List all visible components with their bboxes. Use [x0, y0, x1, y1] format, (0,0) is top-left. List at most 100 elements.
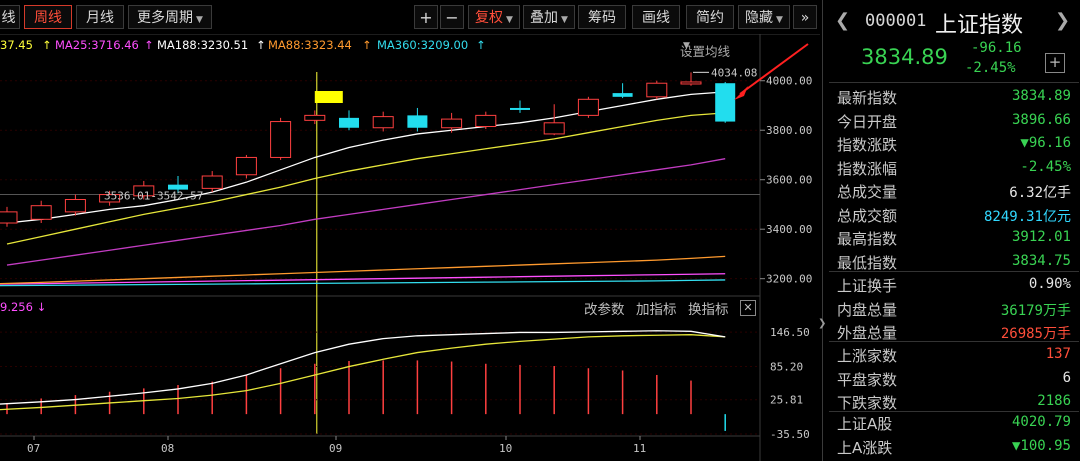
quote-row: 上证换手 0.90% [837, 274, 1077, 297]
overlay-dropdown[interactable]: 叠加 ▼ [523, 5, 575, 29]
indicator-line-yellow [0, 334, 726, 411]
indicator-value-label: 9.256 ↓ [0, 300, 46, 314]
candle-body [235, 156, 257, 176]
crosshair-marker [314, 91, 343, 103]
time-tick-label: 09 [329, 442, 342, 455]
ma-yellow-line [6, 112, 726, 245]
indicator-tick-label: 25.81 [770, 394, 803, 407]
price-tick-label: 4000.00 [766, 75, 812, 88]
quote-row: 上A涨跌 ▼100.95 [837, 436, 1077, 459]
candle-body [30, 205, 52, 220]
time-tick-label: 07 [27, 442, 40, 455]
candle-body [577, 98, 599, 116]
quote-row-label: 最低指数 [837, 253, 898, 272]
prev-stock-icon[interactable]: ❮ [835, 10, 850, 31]
adjust-dropdown[interactable]: 复权 ▼ [468, 5, 520, 29]
quote-row-label: 平盘家数 [837, 370, 898, 389]
ma188-line [6, 91, 726, 224]
quote-row-label: 上证A股 [837, 415, 893, 433]
current-price: 3834.89 [861, 45, 948, 69]
chevron-down-icon: ▼ [506, 15, 513, 25]
quote-row-value: 137 [1045, 346, 1071, 362]
tab-monthly[interactable]: 月线 [76, 5, 124, 29]
tab-weekly[interactable]: 周线 [24, 5, 72, 29]
next-stock-icon[interactable]: ❯ [1055, 10, 1070, 31]
add-indicator-button[interactable]: 加指标 [636, 298, 677, 318]
quote-row-label: 上A涨跌 [837, 438, 893, 457]
chart-toolbar: 线 周线 月线 更多周期 ▼ + − 复权 ▼ 叠加 ▼ 筹码 画线 简约 隐藏 ▼ » [0, 0, 820, 34]
candle-body [372, 116, 394, 129]
quote-row-value: -2.45% [1020, 158, 1071, 175]
high-label: 4034.08 [711, 66, 757, 79]
quote-row: 今日开盘 3896.66 [837, 110, 1077, 133]
candle-body [543, 122, 565, 135]
simple-mode-button[interactable]: 简约 [686, 5, 734, 29]
quote-row-value: 6 [1062, 369, 1071, 386]
quote-row-label: 下跌家数 [837, 394, 898, 412]
time-axis: 07 08 09 10 11 [27, 436, 646, 455]
candle-body [0, 211, 18, 224]
quote-row: 总成交量 6.32亿手 [837, 180, 1077, 203]
divider [829, 82, 1079, 83]
quote-row-value: 3834.75 [1011, 252, 1071, 269]
quote-row-value: 4020.79 [1011, 414, 1071, 430]
quote-row: 总成交额 8249.31亿元 [837, 204, 1077, 227]
tab-partial[interactable]: 线 [0, 5, 20, 29]
indicator-tick-label: -35.50 [770, 428, 810, 441]
ma-magenta-line [6, 158, 726, 266]
quote-row-label: 最高指数 [837, 230, 898, 248]
chart-grid [0, 34, 820, 461]
price-change: -96.16 [971, 40, 1022, 56]
quote-row-label: 指数涨幅 [837, 159, 898, 178]
quote-row-value: 8249.31亿元 [983, 208, 1071, 225]
price-tick-label: 3800.00 [766, 124, 812, 137]
quote-row: 指数涨幅 -2.45% [837, 157, 1077, 180]
quote-row-value: ▼96.16 [1020, 135, 1071, 151]
candle-body [304, 114, 326, 121]
quote-row-value: ▼100.95 [1011, 437, 1071, 454]
quote-row: 最高指数 3912.01 [837, 227, 1077, 250]
quote-row-value: 26985万手 [1000, 326, 1071, 342]
sub-indicator-panel: 146.50 85.20 25.81 -35.50 [0, 326, 810, 441]
candle-body [441, 118, 463, 129]
expand-icon[interactable]: » [793, 5, 817, 29]
switch-indicator-button[interactable]: 换指标 [688, 298, 729, 318]
quote-row: 上证A股 4020.79 [837, 412, 1077, 435]
quote-row-value: 3834.89 [1011, 88, 1071, 104]
quote-row-label: 总成交量 [837, 183, 898, 201]
time-tick-label: 10 [499, 442, 512, 455]
change-params-button[interactable]: 改参数 [584, 298, 625, 318]
quote-row-label: 总成交额 [837, 206, 898, 225]
chips-button[interactable]: 筹码 [578, 5, 626, 29]
draw-line-button[interactable]: 画线 [632, 5, 680, 29]
add-watchlist-button[interactable]: + [1045, 53, 1065, 73]
time-tick-label: 11 [633, 442, 646, 455]
price-tick-label: 3400.00 [766, 223, 812, 236]
price-tick-label: 3200.00 [766, 273, 812, 286]
quote-row-label: 上涨家数 [837, 347, 898, 365]
candle-body [270, 121, 292, 158]
hide-dropdown[interactable]: 隐藏 ▼ [738, 5, 790, 29]
chevron-down-icon: ▼ [196, 15, 203, 25]
quote-row: 最新指数 3834.89 [837, 86, 1077, 109]
candle-body [612, 93, 633, 97]
close-icon[interactable]: ✕ [740, 300, 756, 316]
quote-row-label: 指数涨跌 [837, 136, 898, 154]
quote-row-value: 6.32亿手 [1009, 185, 1071, 201]
candle-body [475, 114, 497, 128]
collapse-panel-icon[interactable]: ❯ [818, 318, 826, 334]
arrow-annotation [734, 86, 748, 100]
quote-row: 平盘家数 6 [837, 368, 1077, 391]
candle-body [64, 199, 86, 213]
quote-row-value: 3912.01 [1011, 229, 1071, 245]
quote-row-label: 今日开盘 [837, 112, 898, 131]
candlestick-series: 4034.08 3536.01-3542.57 [0, 43, 809, 227]
more-periods-dropdown[interactable]: 更多周期 ▼ [128, 5, 212, 29]
zoom-in-button[interactable]: + [414, 5, 438, 29]
kline-chart[interactable]: 4034.08 3536.01-3542.57 4000.00 3800.00 360… [0, 34, 820, 461]
candle-body [510, 107, 530, 110]
indicator-value: 9.256 [0, 300, 33, 314]
down-arrow-icon: ↓ [36, 300, 47, 314]
zoom-out-button[interactable]: − [440, 5, 464, 29]
quote-row-label: 内盘总量 [837, 300, 898, 319]
